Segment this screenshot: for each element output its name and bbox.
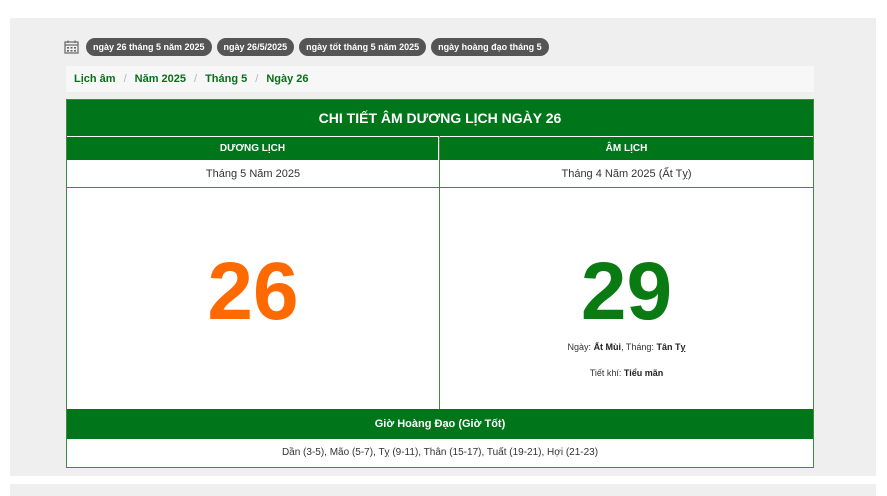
calendar-icon xyxy=(64,40,79,54)
lunar-body: 29 Ngày: Ất Mùi, Tháng: Tân Tỵ Tiết khí:… xyxy=(440,188,813,409)
solar-month-year: Tháng 5 Năm 2025 xyxy=(67,160,439,188)
tag-hoang-dao[interactable]: ngày hoàng đạo tháng 5 xyxy=(431,38,549,56)
next-section-strip xyxy=(10,484,876,496)
breadcrumb-separator: / xyxy=(123,73,127,85)
lunar-month-year: Tháng 4 Năm 2025 (Ất Tỵ) xyxy=(440,160,813,188)
breadcrumb-day[interactable]: Ngày 26 xyxy=(266,73,308,85)
solar-header: DƯƠNG LỊCH xyxy=(67,136,439,160)
lunar-month-value: Tân Tỵ xyxy=(656,342,686,352)
lunar-header: ÂM LỊCH xyxy=(440,136,813,160)
breadcrumb-year[interactable]: Năm 2025 xyxy=(135,73,186,85)
tiet-khi-value: Tiểu mãn xyxy=(623,368,664,378)
tag-date-short[interactable]: ngày 26/5/2025 xyxy=(216,38,295,56)
solar-column: DƯƠNG LỊCH Tháng 5 Năm 2025 26 xyxy=(67,136,440,409)
good-hours-header: Giờ Hoàng Đạo (Giờ Tốt) xyxy=(67,409,813,439)
calendar-columns: DƯƠNG LỊCH Tháng 5 Năm 2025 26 ÂM LỊCH T… xyxy=(67,136,813,409)
lunar-day-value: Ất Mùi xyxy=(593,342,622,352)
breadcrumb-lich-am[interactable]: Lịch âm xyxy=(74,73,116,85)
breadcrumb-month[interactable]: Tháng 5 xyxy=(205,73,247,85)
tag-good-days[interactable]: ngày tốt tháng 5 năm 2025 xyxy=(299,38,427,56)
good-hours-list: Dần (3-5), Mão (5-7), Tỵ (9-11), Thân (1… xyxy=(281,447,599,458)
lunar-month-label: Tháng: xyxy=(625,342,654,352)
lunar-column: ÂM LỊCH Tháng 4 Năm 2025 (Ất Tỵ) 29 Ngày… xyxy=(440,136,813,409)
calendar-detail-card: CHI TIẾT ÂM DƯƠNG LỊCH NGÀY 26 DƯƠNG LỊC… xyxy=(66,99,814,468)
breadcrumb: Lịch âm / Năm 2025 / Tháng 5 / Ngày 26 xyxy=(66,66,814,92)
lunar-day-number: 29 xyxy=(580,246,673,337)
breadcrumb-separator: / xyxy=(255,73,259,85)
card-title: CHI TIẾT ÂM DƯƠNG LỊCH NGÀY 26 xyxy=(67,100,813,136)
solar-body: 26 xyxy=(67,188,439,409)
lunar-tiet-khi: Tiết khí: Tiểu mãn xyxy=(440,368,813,378)
lunar-can-chi: Ngày: Ất Mùi, Tháng: Tân Tỵ xyxy=(567,342,686,352)
lunar-day-label: Ngày: xyxy=(567,342,592,352)
solar-day-number: 26 xyxy=(207,246,299,337)
tag-list: ngày 26 tháng 5 năm 2025 ngày 26/5/2025 … xyxy=(64,38,549,56)
tag-date-full[interactable]: ngày 26 tháng 5 năm 2025 xyxy=(86,38,212,56)
breadcrumb-separator: / xyxy=(194,73,198,85)
tiet-khi-label: Tiết khí: xyxy=(589,368,622,378)
